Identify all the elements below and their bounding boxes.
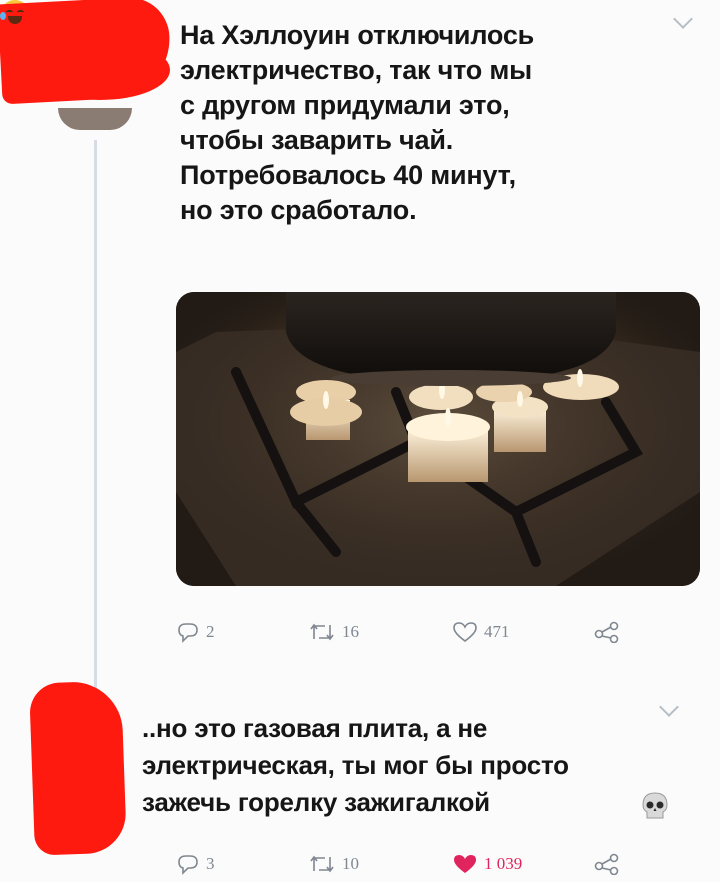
share-icon — [594, 621, 619, 643]
retweet-button[interactable]: 16 — [308, 614, 359, 650]
tweet-text: На Хэллоуин отключилось электричество, т… — [180, 20, 535, 225]
redaction-mark — [40, 700, 100, 850]
like-button[interactable]: 1 039 — [452, 846, 522, 882]
retweet-icon — [310, 623, 334, 641]
thread-line — [94, 140, 97, 700]
retweet-count: 10 — [342, 854, 359, 873]
share-button[interactable] — [594, 846, 620, 882]
retweet-count: 16 — [342, 622, 359, 641]
reply-button[interactable]: 3 — [176, 846, 215, 882]
tweet-photo[interactable] — [176, 292, 700, 586]
action-bar: 2 16 471 — [176, 614, 646, 650]
reply-count: 2 — [206, 622, 215, 641]
reply-tweet-text: ..но это газовая плита, а не электрическ… — [142, 713, 569, 817]
like-count: 471 — [484, 622, 510, 641]
avatar[interactable] — [58, 108, 132, 130]
like-icon — [453, 622, 477, 642]
like-button[interactable]: 471 — [452, 614, 510, 650]
reply-count: 3 — [206, 854, 215, 873]
skull-emoji — [642, 792, 668, 819]
share-button[interactable] — [594, 614, 620, 650]
reply-button[interactable]: 2 — [176, 614, 215, 650]
redaction-mark — [30, 40, 170, 100]
retweet-button[interactable]: 10 — [308, 846, 359, 882]
action-bar: 3 10 1 039 — [176, 846, 646, 882]
like-count: 1 039 — [484, 854, 523, 873]
chevron-down-icon[interactable] — [673, 9, 693, 29]
reply-icon — [178, 623, 198, 643]
